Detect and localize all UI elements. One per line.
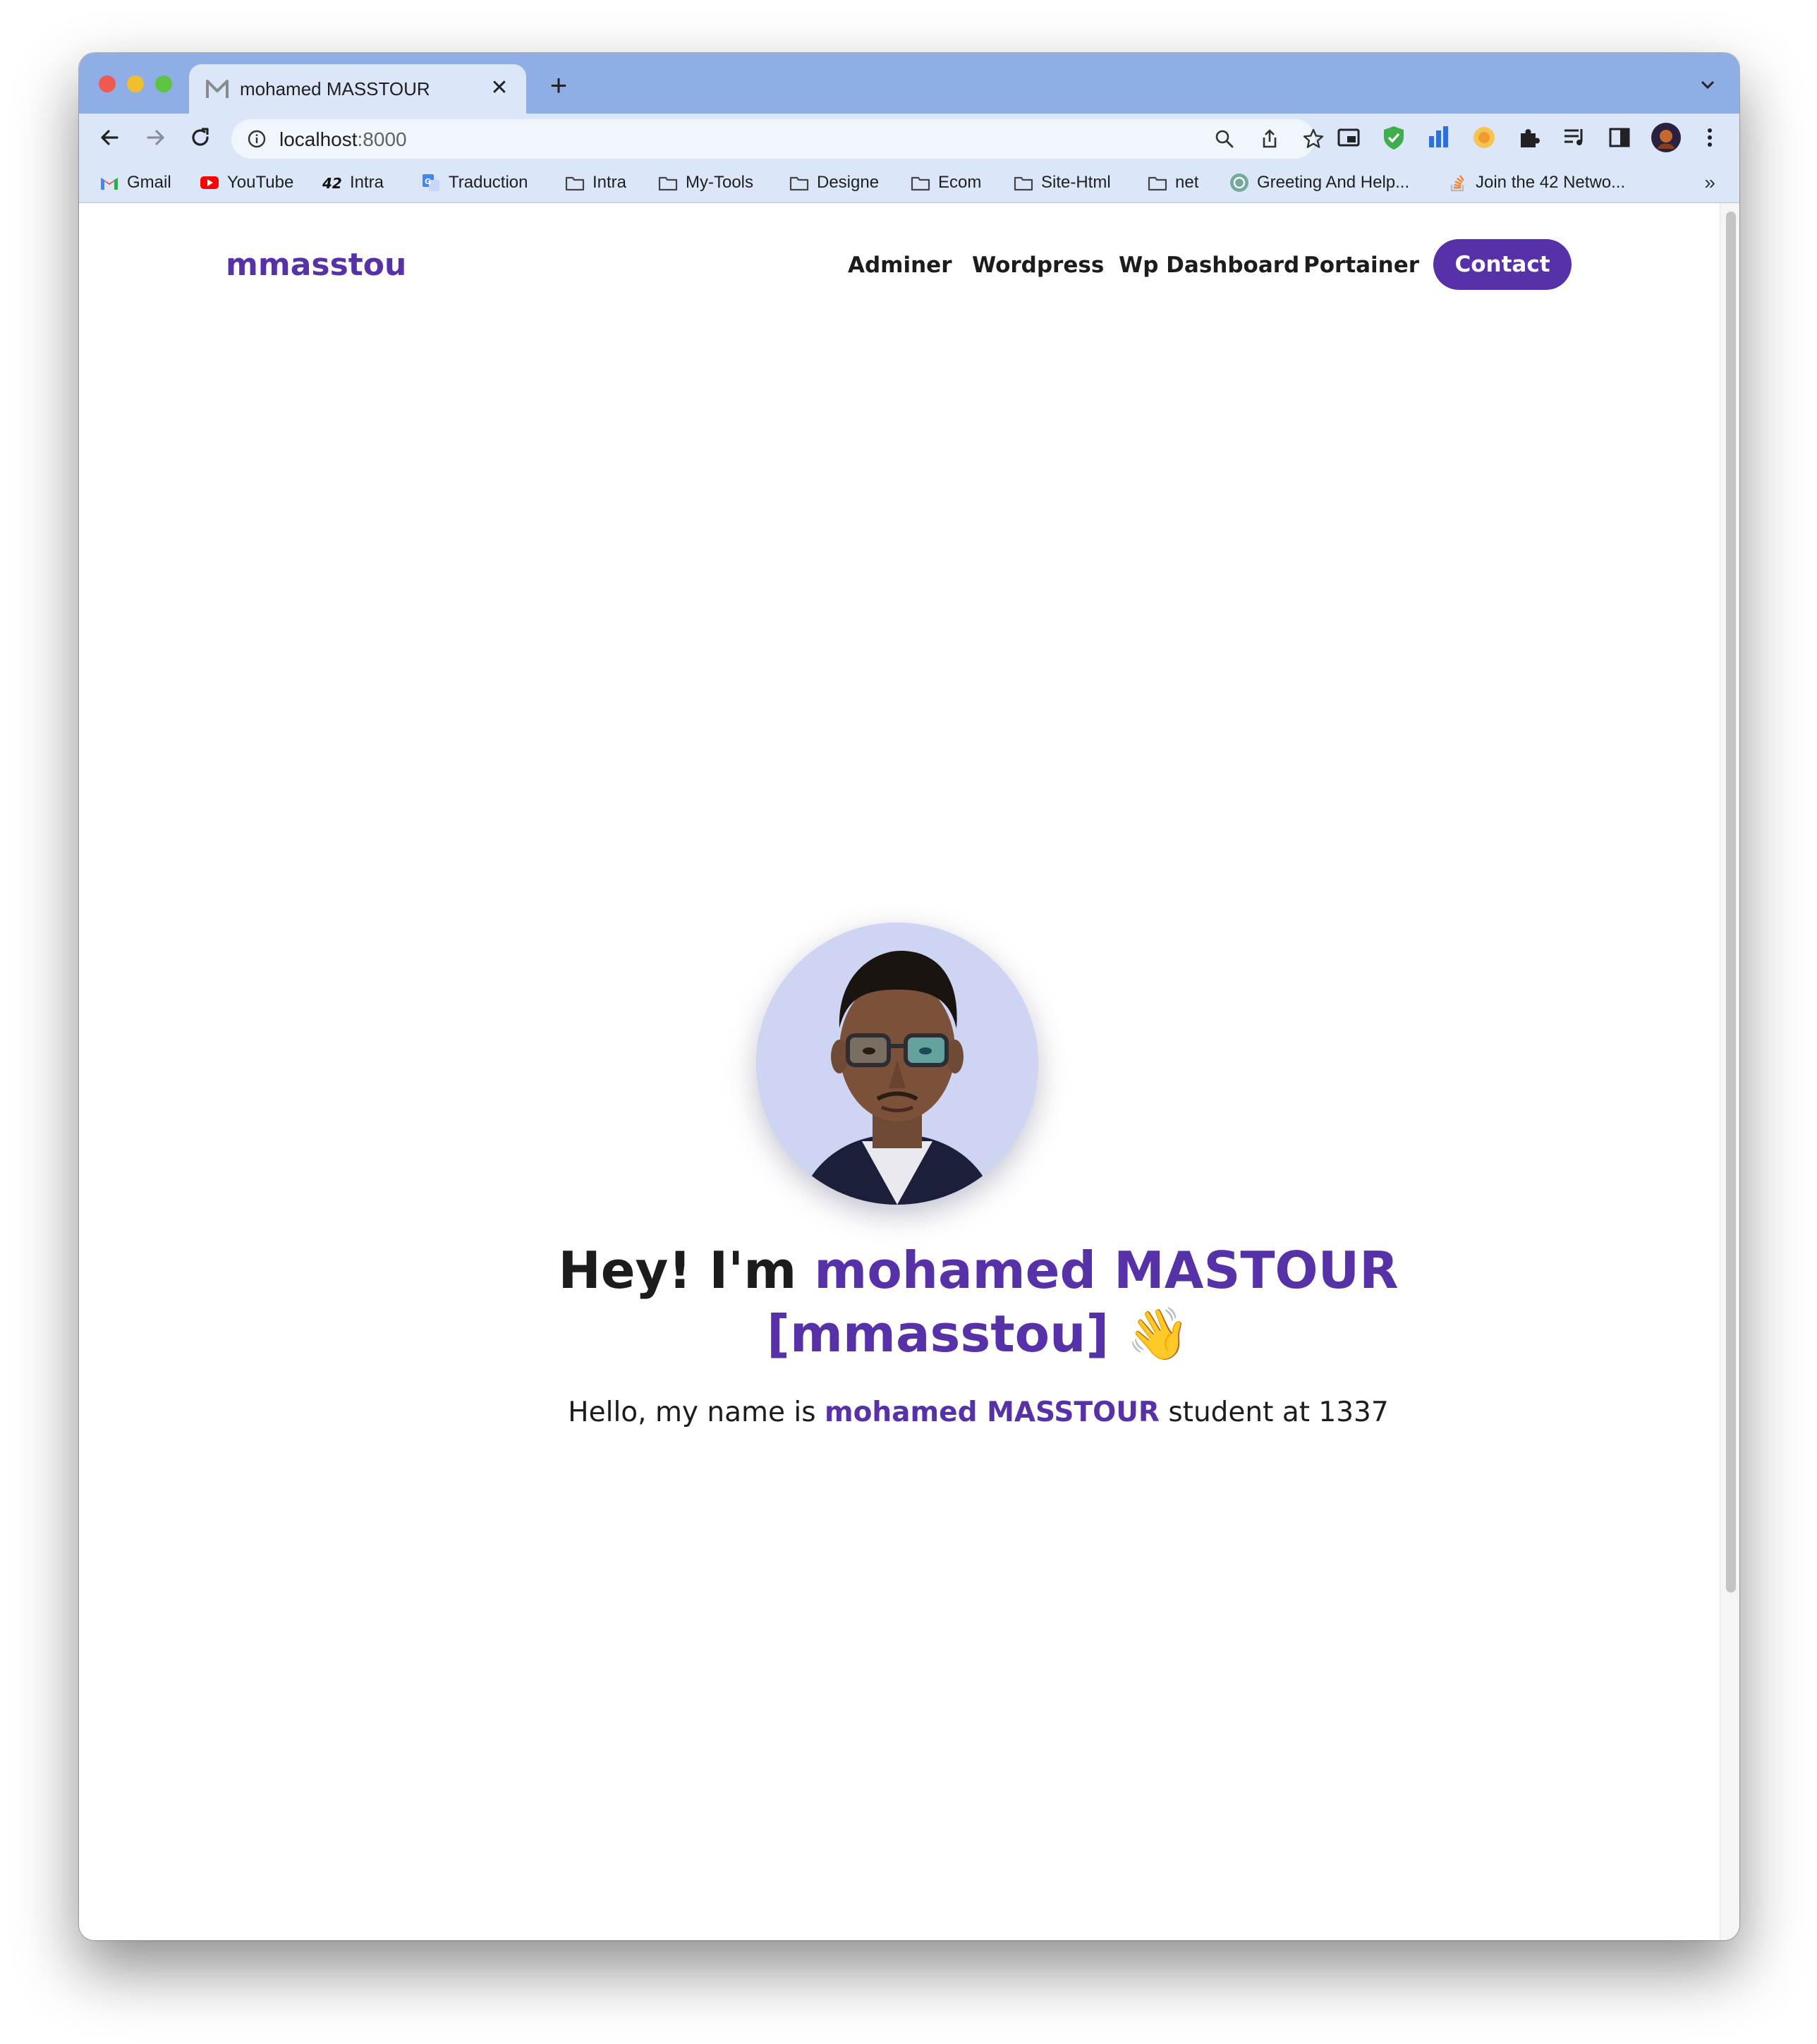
profile-photo	[756, 923, 1038, 1205]
extensions-puzzle-icon[interactable]	[1515, 123, 1543, 152]
hero-sub-prefix: Hello, my name is	[568, 1397, 825, 1428]
bookmarks-overflow-button[interactable]: »	[1704, 171, 1715, 194]
contact-button[interactable]: Contact	[1433, 239, 1572, 290]
minimize-window-button[interactable]	[127, 75, 144, 92]
nav-link-wp-dashboard[interactable]: Wp Dashboard	[1119, 253, 1299, 278]
svg-text:G: G	[425, 177, 431, 186]
bookmark-intra-42[interactable]: 42 Intra	[322, 170, 384, 195]
active-tab[interactable]: mohamed MASSTOUR ✕	[189, 64, 526, 114]
zoom-search-icon[interactable]	[1213, 128, 1236, 150]
page-content: mmasstou Adminer Wordpress Wp Dashboard …	[79, 203, 1720, 1940]
waving-hand-icon: 👋	[1126, 1304, 1191, 1363]
url-text[interactable]: localhost:8000	[279, 128, 407, 151]
bookmarks-bar: Gmail YouTube 42 Intra G Traduction Intr…	[79, 163, 1739, 203]
folder-icon	[1014, 176, 1033, 191]
m-logo-icon	[206, 80, 229, 98]
hero-sub-suffix: student at 1337	[1159, 1397, 1389, 1428]
hero-name: mohamed MASTOUR	[814, 1241, 1399, 1300]
zoom-window-button[interactable]	[155, 75, 172, 92]
page-scrollbar[interactable]	[1720, 203, 1739, 1940]
svg-text:42: 42	[322, 175, 342, 192]
bookmark-greeting[interactable]: Greeting And Help...	[1229, 170, 1409, 195]
bookmark-join-42-network[interactable]: Join the 42 Netwo...	[1447, 170, 1625, 195]
more-menu-icon[interactable]	[1696, 123, 1724, 152]
back-arrow-icon[interactable]	[96, 123, 124, 152]
folder-icon	[1148, 176, 1167, 191]
nav-link-portainer[interactable]: Portainer	[1304, 253, 1419, 278]
chevron-down-icon[interactable]	[1697, 74, 1718, 95]
nav-link-adminer[interactable]: Adminer	[848, 253, 952, 278]
hero-handle: [mmasstou]	[766, 1304, 1110, 1363]
bookmark-folder-ecom[interactable]: Ecom	[910, 170, 981, 195]
browser-window: mohamed MASSTOUR ✕ + localhost:8000 Gmai…	[79, 53, 1739, 1940]
tab-title: mohamed MASSTOUR	[240, 78, 430, 99]
folder-icon	[658, 176, 678, 191]
shield-extension-icon[interactable]	[1380, 123, 1408, 152]
hero-sub-name: mohamed MASSTOUR	[824, 1397, 1160, 1428]
picture-in-picture-icon[interactable]	[1335, 123, 1363, 152]
bookmark-star-icon[interactable]	[1302, 128, 1325, 150]
scrollbar-thumb[interactable]	[1726, 212, 1736, 1593]
tab-strip: mohamed MASSTOUR ✕ +	[79, 53, 1739, 114]
stackoverflow-icon	[1450, 175, 1464, 192]
gmail-icon	[101, 178, 118, 190]
chatgpt-icon	[1230, 174, 1248, 192]
translate-icon: G	[423, 174, 439, 191]
info-icon[interactable]	[247, 129, 267, 149]
hero-subtitle: Hello, my name is mohamed MASSTOUR stude…	[432, 1397, 1525, 1428]
folder-icon	[911, 176, 930, 191]
media-queue-icon[interactable]	[1560, 123, 1588, 152]
folder-icon	[565, 176, 585, 191]
bookmark-gmail[interactable]: Gmail	[99, 170, 171, 195]
forward-arrow-icon[interactable]	[141, 123, 169, 152]
youtube-icon	[200, 176, 219, 189]
bookmark-folder-site-html[interactable]: Site-Html	[1013, 170, 1111, 195]
42-icon: 42	[322, 175, 342, 192]
bookmark-folder-intra[interactable]: Intra	[564, 170, 626, 195]
address-bar[interactable]: localhost:8000	[231, 119, 1324, 159]
browser-toolbar: localhost:8000	[79, 114, 1739, 163]
side-panel-icon[interactable]	[1605, 123, 1634, 152]
sun-extension-icon[interactable]	[1470, 123, 1498, 152]
bookmark-folder-designe[interactable]: Designe	[789, 170, 879, 195]
reload-icon[interactable]	[186, 123, 214, 152]
folder-icon	[789, 176, 809, 191]
tab-close-icon[interactable]: ✕	[485, 74, 514, 102]
nav-link-wordpress[interactable]: Wordpress	[972, 253, 1104, 278]
hero-greeting: Hey! I'm	[558, 1241, 815, 1300]
bookmark-folder-my-tools[interactable]: My-Tools	[657, 170, 753, 195]
bookmark-youtube[interactable]: YouTube	[199, 170, 293, 195]
bookmark-folder-net[interactable]: net	[1147, 170, 1198, 195]
site-brand[interactable]: mmasstou	[226, 247, 406, 283]
bookmark-traduction[interactable]: G Traduction	[420, 170, 528, 195]
stats-extension-icon[interactable]	[1425, 123, 1453, 152]
profile-avatar[interactable]	[1651, 122, 1682, 153]
share-icon[interactable]	[1258, 128, 1281, 150]
new-tab-button[interactable]: +	[545, 71, 573, 100]
hero-title: Hey! I'm mohamed MASTOUR [mmasstou] 👋	[432, 1239, 1525, 1365]
close-window-button[interactable]	[99, 75, 116, 92]
